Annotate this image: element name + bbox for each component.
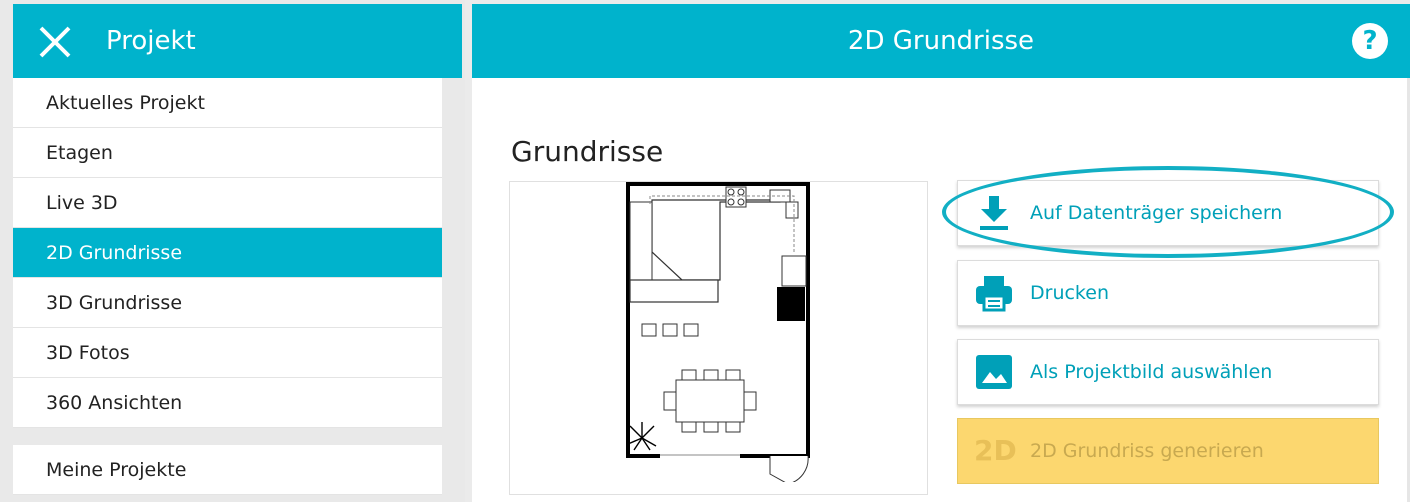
sidebar-header: Projekt bbox=[13, 4, 462, 78]
section-title: Grundrisse bbox=[511, 135, 664, 168]
main-panel: 2D Grundrisse ? Grundrisse Auf Datenträg… bbox=[472, 4, 1410, 502]
close-icon[interactable] bbox=[37, 24, 73, 60]
print-label: Drucken bbox=[1030, 282, 1109, 304]
2d-icon: 2D bbox=[974, 434, 1017, 467]
generate-2d-label: 2D Grundriss generieren bbox=[1030, 440, 1264, 462]
sidebar-item-etagen[interactable]: Etagen bbox=[13, 128, 442, 178]
sidebar-item-3d-grundrisse[interactable]: 3D Grundrisse bbox=[13, 278, 442, 328]
download-icon bbox=[980, 196, 1008, 230]
image-icon bbox=[976, 355, 1012, 389]
left-panel: Projekt Aktuelles Projekt Etagen Live 3D… bbox=[0, 0, 465, 502]
set-project-image-label: Als Projektbild auswählen bbox=[1030, 361, 1273, 383]
menu-divider bbox=[13, 428, 442, 445]
help-icon[interactable]: ? bbox=[1352, 23, 1388, 59]
generate-2d-button[interactable]: 2D 2D Grundriss generieren bbox=[957, 418, 1379, 484]
sidebar-item-360-ansichten[interactable]: 360 Ansichten bbox=[13, 378, 442, 428]
sidebar-item-live-3d[interactable]: Live 3D bbox=[13, 178, 442, 228]
printer-icon bbox=[976, 276, 1012, 312]
save-to-disk-label: Auf Datenträger speichern bbox=[1030, 202, 1283, 224]
floorplan-preview[interactable] bbox=[509, 181, 928, 495]
save-to-disk-button[interactable]: Auf Datenträger speichern bbox=[957, 180, 1379, 246]
print-button[interactable]: Drucken bbox=[957, 260, 1379, 326]
floorplan-image bbox=[626, 182, 810, 482]
sidebar-item-3d-fotos[interactable]: 3D Fotos bbox=[13, 328, 442, 378]
sidebar-item-aktuelles-projekt[interactable]: Aktuelles Projekt bbox=[13, 78, 442, 128]
main-header: 2D Grundrisse ? bbox=[472, 4, 1410, 78]
sidebar-title: Projekt bbox=[106, 26, 196, 56]
sidebar-menu: Aktuelles Projekt Etagen Live 3D 2D Grun… bbox=[13, 78, 442, 495]
sidebar-item-meine-projekte[interactable]: Meine Projekte bbox=[13, 445, 442, 495]
page-title: 2D Grundrisse bbox=[847, 26, 1035, 56]
set-project-image-button[interactable]: Als Projektbild auswählen bbox=[957, 339, 1379, 405]
sidebar-item-2d-grundrisse[interactable]: 2D Grundrisse bbox=[13, 228, 442, 278]
